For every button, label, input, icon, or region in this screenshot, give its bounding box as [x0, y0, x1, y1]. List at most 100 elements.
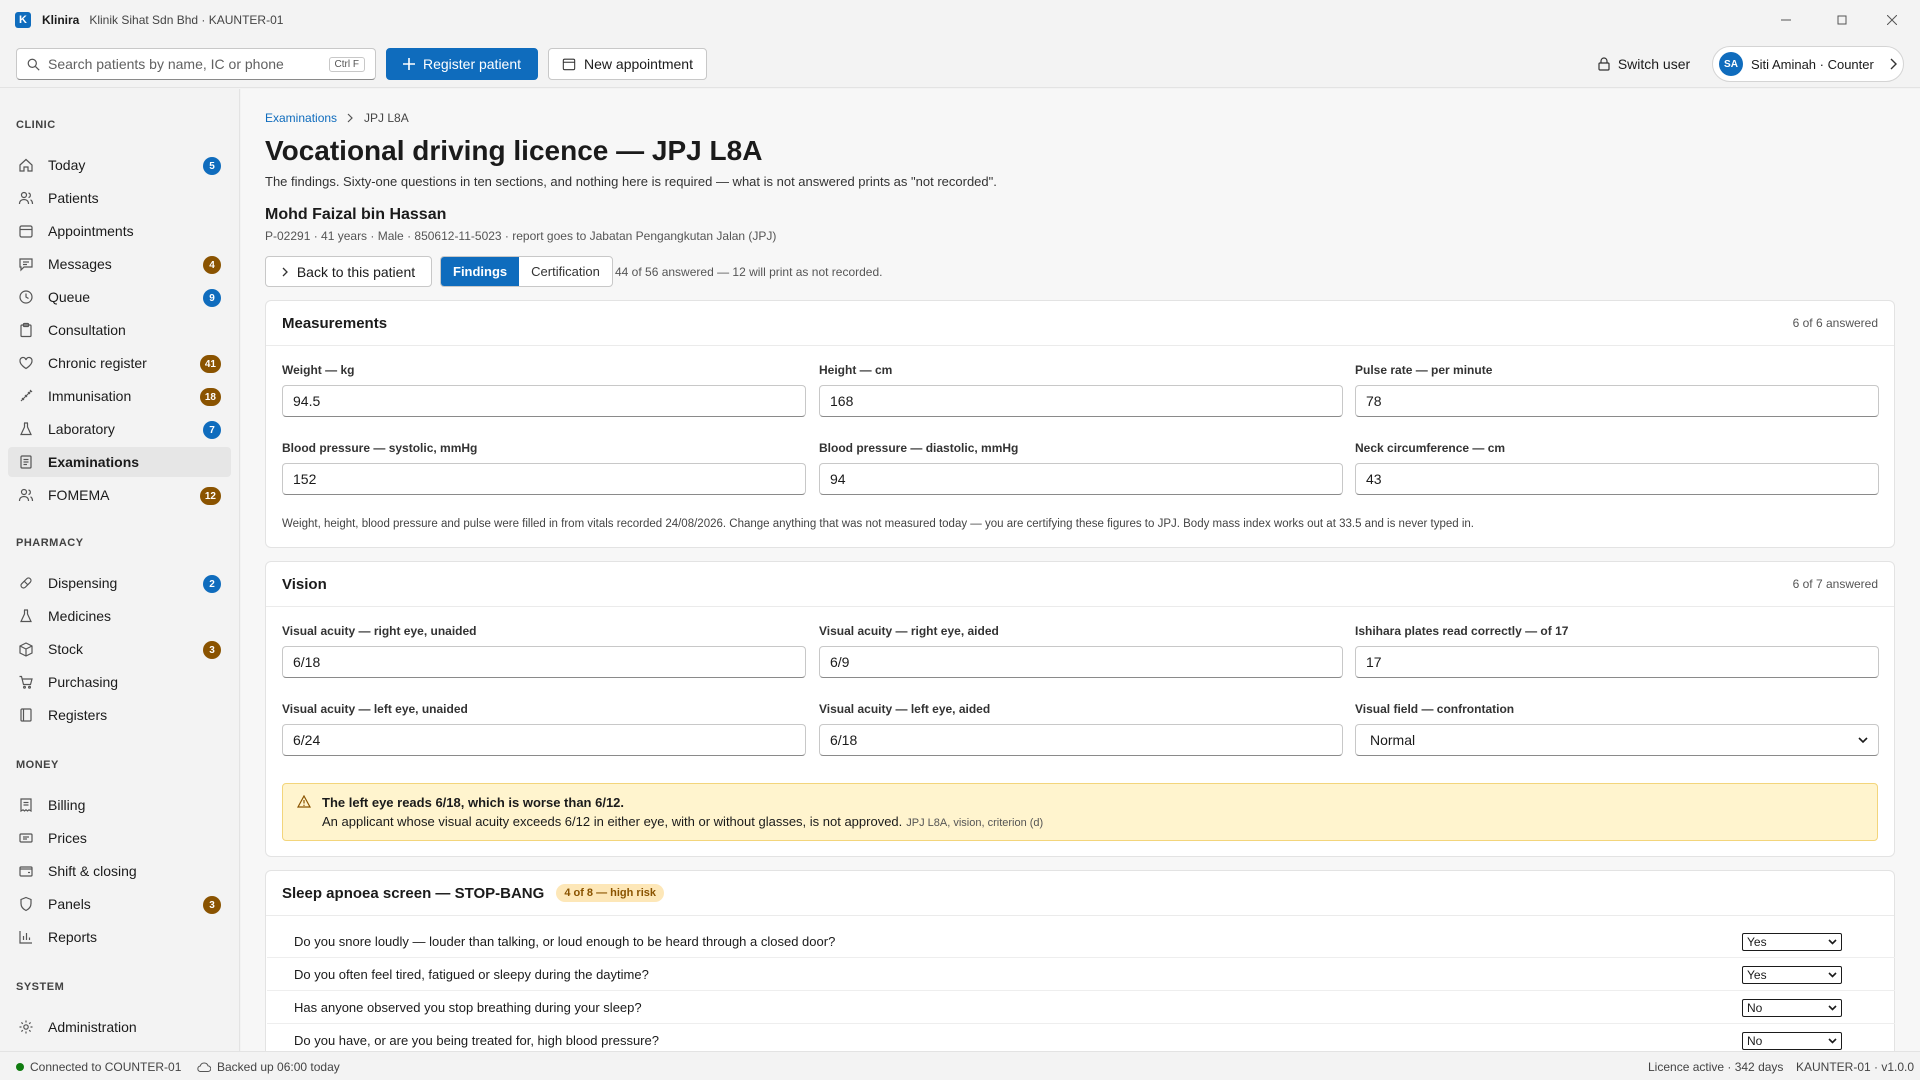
search-icon: [27, 58, 40, 71]
sidebar-item-shift-and-closing[interactable]: Shift & closing: [8, 856, 231, 886]
window-title: Klinik Sihat Sdn Bhd · KAUNTER-01: [89, 13, 284, 27]
va-right-unaided-field[interactable]: 6/18: [282, 646, 806, 678]
pulse-field[interactable]: 78: [1355, 385, 1879, 417]
sidebar-item-panels[interactable]: Panels 3: [8, 889, 231, 919]
register-patient-button[interactable]: Register patient: [386, 48, 538, 80]
va-right-aided-label: Visual acuity — right eye, aided: [819, 624, 999, 638]
sidebar-item-messages[interactable]: Messages 4: [8, 249, 231, 279]
patient-meta: P-02291 · 41 years · Male · 850612-11-50…: [265, 229, 777, 243]
sidebar-item-today[interactable]: Today 5: [8, 150, 231, 180]
systolic-field[interactable]: 152: [282, 463, 806, 495]
version-status: KAUNTER-01 · v1.0.0: [1796, 1060, 1915, 1074]
va-left-unaided-field[interactable]: 6/24: [282, 724, 806, 756]
close-button[interactable]: [1864, 0, 1920, 40]
user-label: Siti Aminah · Counter: [1751, 56, 1874, 72]
question-text: Do you often feel tired, fatigued or sle…: [294, 966, 649, 982]
count-badge: 2: [203, 575, 221, 593]
nav-heading-money: MONEY: [16, 759, 59, 771]
sidebar-item-fomema[interactable]: FOMEMA 12: [8, 480, 231, 510]
weight-label: Weight — kg: [282, 363, 355, 377]
cloud-icon: [197, 1062, 211, 1072]
shield-icon: [20, 896, 32, 912]
diastolic-field[interactable]: 94: [819, 463, 1343, 495]
box-icon: [19, 642, 33, 657]
sidebar-item-dispensing[interactable]: Dispensing 2: [8, 568, 231, 598]
question-text: Do you have, or are you being treated fo…: [294, 1032, 659, 1048]
va-right-aided-field[interactable]: 6/9: [819, 646, 1343, 678]
answer-value: Yes: [1747, 935, 1767, 949]
patient-name: Mohd Faizal bin Hassan: [265, 206, 447, 223]
answer-select[interactable]: No: [1742, 999, 1842, 1017]
systolic-label: Blood pressure — systolic, mmHg: [282, 441, 478, 455]
sidebar-item-registers[interactable]: Registers: [8, 700, 231, 730]
answer-value: Yes: [1747, 968, 1767, 982]
measurements-card: Measurements 6 of 6 answered Weight — kg…: [265, 300, 1895, 548]
answer-value: No: [1747, 1001, 1763, 1015]
minimize-button[interactable]: [1758, 0, 1814, 40]
height-label: Height — cm: [819, 363, 893, 377]
measurements-header: Measurements 6 of 6 answered: [266, 301, 1894, 346]
visual-field-select[interactable]: Normal: [1355, 724, 1879, 756]
height-field[interactable]: 168: [819, 385, 1343, 417]
heart-icon: [19, 356, 33, 370]
chevron-right-icon: [1890, 58, 1897, 70]
calendar-icon: [19, 225, 33, 238]
sidebar-item-purchasing[interactable]: Purchasing: [8, 667, 231, 697]
answer-select[interactable]: Yes: [1742, 966, 1842, 984]
search-input[interactable]: Search patients by name, IC or phone Ctr…: [16, 48, 376, 80]
sidebar-item-billing[interactable]: Billing: [8, 790, 231, 820]
breadcrumb-examinations-link[interactable]: Examinations: [265, 111, 337, 125]
chevron-down-icon: [1828, 972, 1837, 978]
switch-user-button[interactable]: Switch user: [1590, 48, 1698, 80]
document-icon: [20, 455, 32, 469]
maximize-button[interactable]: [1814, 0, 1870, 40]
tab-certification[interactable]: Certification: [519, 257, 612, 286]
chevron-down-icon: [1828, 939, 1837, 945]
vision-count: 6 of 7 answered: [1792, 577, 1878, 591]
sidebar-item-prices[interactable]: Prices: [8, 823, 231, 853]
sidebar-item-examinations[interactable]: Examinations: [8, 447, 231, 477]
tab-findings[interactable]: Findings: [441, 257, 520, 286]
warning-body-line: An applicant whose visual acuity exceeds…: [322, 814, 1043, 829]
progress-note: 44 of 56 answered — 12 will print as not…: [615, 265, 883, 279]
sidebar-item-appointments[interactable]: Appointments: [8, 216, 231, 246]
warning-body: An applicant whose visual acuity exceeds…: [322, 814, 903, 829]
sidebar-item-chronic-register[interactable]: Chronic register 41: [8, 348, 231, 378]
sidebar-item-label: Billing: [48, 797, 86, 813]
answer-select[interactable]: No: [1742, 1032, 1842, 1050]
neck-field[interactable]: 43: [1355, 463, 1879, 495]
toolbar: Search patients by name, IC or phone Ctr…: [0, 40, 1920, 88]
sidebar-item-label: Queue: [48, 289, 91, 305]
plus-icon: [402, 58, 415, 70]
sidebar-item-label: Registers: [48, 707, 108, 723]
sidebar-item-consultation[interactable]: Consultation: [8, 315, 231, 345]
syringe-icon: [20, 389, 33, 402]
sidebar-item-administration[interactable]: Administration: [8, 1012, 231, 1042]
sidebar-item-queue[interactable]: Queue 9: [8, 282, 231, 312]
measurements-title: Measurements: [282, 314, 388, 332]
vision-warning: The left eye reads 6/18, which is worse …: [282, 783, 1878, 841]
question-text: Has anyone observed you stop breathing d…: [294, 999, 642, 1015]
ishihara-field[interactable]: 17: [1355, 646, 1879, 678]
sidebar-item-patients[interactable]: Patients: [8, 183, 231, 213]
connection-text: Connected to COUNTER-01: [30, 1060, 182, 1074]
user-menu[interactable]: SA Siti Aminah · Counter: [1712, 46, 1904, 82]
stopbang-question-row: Do you have, or are you being treated fo…: [267, 1024, 1895, 1051]
sidebar-item-laboratory[interactable]: Laboratory 7: [8, 414, 231, 444]
weight-field[interactable]: 94.5: [282, 385, 806, 417]
maximize-icon: [1837, 15, 1847, 25]
sidebar-item-label: Prices: [48, 830, 87, 846]
va-left-unaided-label: Visual acuity — left eye, unaided: [282, 702, 468, 716]
va-left-aided-field[interactable]: 6/18: [819, 724, 1343, 756]
back-to-patient-button[interactable]: Back to this patient: [265, 256, 432, 287]
question-text: Do you snore loudly — louder than talkin…: [294, 933, 836, 949]
new-appointment-button[interactable]: New appointment: [548, 48, 707, 80]
sidebar-item-reports[interactable]: Reports: [8, 922, 231, 952]
sidebar-item-stock[interactable]: Stock 3: [8, 634, 231, 664]
sidebar-item-medicines[interactable]: Medicines: [8, 601, 231, 631]
answer-select[interactable]: Yes: [1742, 933, 1842, 951]
sidebar-item-immunisation[interactable]: Immunisation 18: [8, 381, 231, 411]
neck-label: Neck circumference — cm: [1355, 441, 1506, 455]
search-shortcut: Ctrl F: [328, 56, 365, 72]
measurements-note: Weight, height, blood pressure and pulse…: [282, 518, 1474, 530]
